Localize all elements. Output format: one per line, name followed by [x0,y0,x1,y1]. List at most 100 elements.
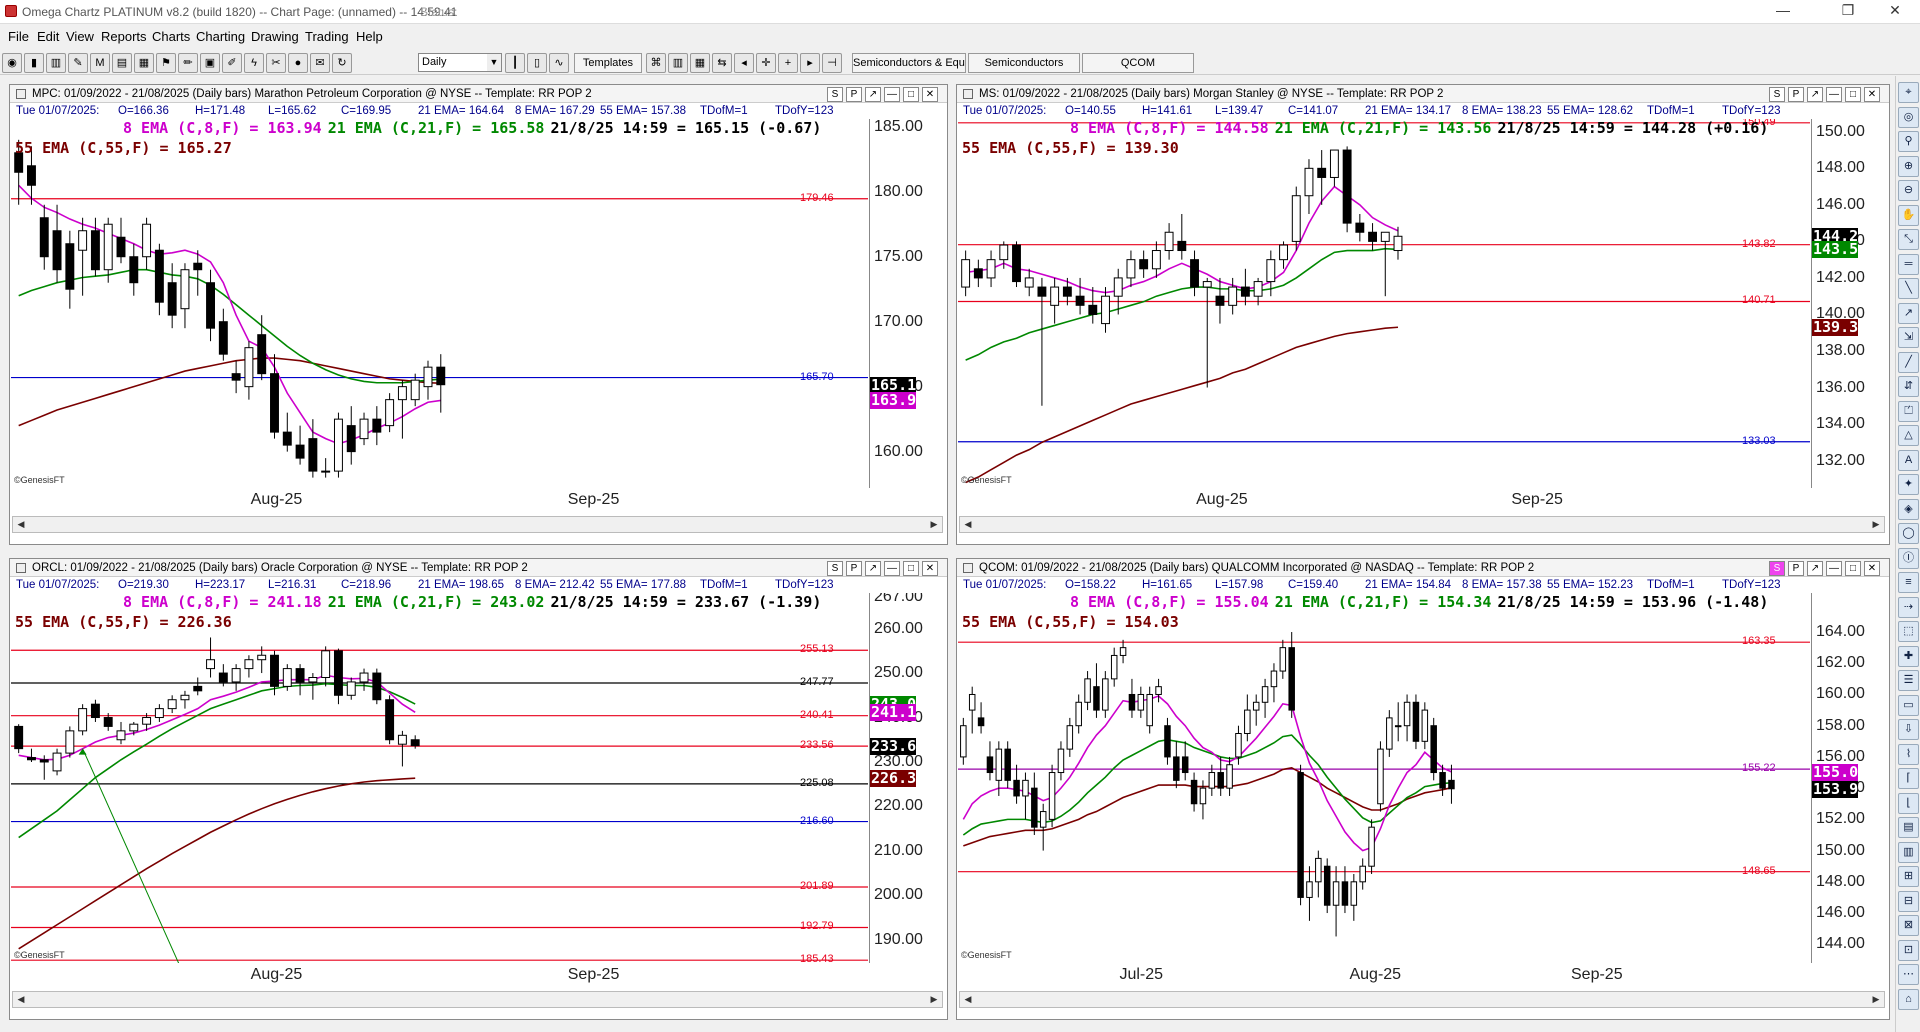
table-icon[interactable]: ▤ [1898,817,1919,838]
m-icon[interactable]: M [90,53,110,73]
panel-minimize-button[interactable]: — [1826,561,1842,576]
s-button[interactable]: S [1769,561,1785,576]
box-icon[interactable]: ▭ [1898,694,1919,716]
link-icon[interactable]: ↗ [1807,561,1823,576]
panel-close-button[interactable]: ✕ [922,87,938,102]
plot-area[interactable]: 179.46 165.70 8 EMA (C,8,F) = 163.94 21 EMA… [11,119,868,488]
panel-close-button[interactable]: ✕ [1864,561,1880,576]
candle-icon[interactable]: ▯ [527,53,547,73]
fib-icon[interactable]: ⇵ [1898,376,1919,397]
chart-panel-qcom[interactable]: QCOM: 01/09/2022 - 21/08/2025 (Daily bar… [956,558,1890,1020]
panel-maximize-button[interactable]: □ [903,87,919,102]
brush-icon[interactable]: ✐ [222,53,242,73]
close-button[interactable]: ✕ [1872,2,1918,22]
clipboard-icon[interactable]: ▤ [112,53,132,73]
plot-area[interactable]: 163.35 155.22 148.65 8 EMA (C,8,F) = 155.04… [958,593,1810,963]
scroll-right-icon[interactable]: ▶ [1868,517,1884,532]
watchlist-button-semis-equip[interactable]: Semiconductors & Equi [852,53,966,73]
list-icon[interactable]: ☰ [1898,670,1919,691]
p-button[interactable]: P [846,87,862,102]
p-button[interactable]: P [846,561,862,576]
grid-icon[interactable]: ▦ [134,53,154,73]
chart-panel-mpc[interactable]: MPC: 01/09/2022 - 21/08/2025 (Daily bars… [9,84,948,545]
sync-icon[interactable]: ⇆ [712,53,732,73]
panel-maximize-button[interactable]: □ [903,561,919,576]
bar-chart-icon[interactable]: ┃ [505,53,525,73]
menu-trading[interactable]: Trading [305,29,349,44]
image-icon[interactable]: ▣ [200,53,220,73]
wave-icon[interactable]: ⌇ [1898,743,1919,765]
plot-area[interactable]: 150.49 143.82 140.71 133.03 8 EMA (C,8,F) = … [958,119,1810,488]
horizontal-scrollbar[interactable]: ◀ ▶ [12,516,943,533]
price-axis[interactable]: 164.00162.00160.00158.00156.00154.00152.… [1811,593,1887,963]
resize-icon[interactable]: ⤡ [1898,229,1919,250]
grid-x-icon[interactable]: ⊠ [1898,915,1919,936]
wrench-icon[interactable]: ✎ [68,53,88,73]
diamond-icon[interactable]: ◈ [1898,498,1919,520]
chat-icon[interactable]: ✉ [310,53,330,73]
menu-charts[interactable]: Charts [152,29,190,44]
menu-icon[interactable]: ≡ [1898,572,1919,593]
panel-minimize-button[interactable]: — [884,87,900,102]
watchlist-button-qcom[interactable]: QCOM [1082,53,1194,73]
p-button[interactable]: P [1788,561,1804,576]
hline-icon[interactable]: ═ [1898,253,1919,275]
scroll-left-icon[interactable]: ◀ [960,517,976,532]
plus-icon[interactable]: + [778,53,798,73]
s-button[interactable]: S [827,561,843,576]
home-icon[interactable]: ⌂ [1898,988,1919,1010]
ray-icon[interactable]: ╱ [1898,351,1919,373]
download-icon[interactable]: ⇩ [1898,719,1919,740]
scroll-left-icon[interactable]: ◀ [13,517,29,532]
menu-file[interactable]: File [8,29,29,44]
p-button[interactable]: P [1788,87,1804,102]
price-axis[interactable]: 185.00180.00175.00170.00165.00160.00165.… [869,119,945,488]
panel-maximize-button[interactable]: □ [1845,561,1861,576]
cursor-icon[interactable]: ⌖ [1898,82,1919,103]
tile-icon[interactable]: ▦ [690,53,710,73]
panel-maximize-button[interactable]: □ [1845,87,1861,102]
link-icon[interactable]: ↗ [1807,87,1823,102]
period-select[interactable]: Daily ▼ [418,53,502,72]
price-axis[interactable]: 267.00260.00250.00240.00230.00220.00210.… [869,593,945,963]
panel-minimize-button[interactable]: — [1826,87,1842,102]
refresh-icon[interactable]: ↻ [332,53,352,73]
scroll-right-icon[interactable]: ▶ [926,517,942,532]
scroll-right-icon[interactable]: ▶ [1868,992,1884,1007]
bars-icon[interactable]: ▥ [46,53,66,73]
price-axis[interactable]: 150.00148.00146.00144.00142.00140.00138.… [1811,119,1887,488]
move-right-icon[interactable]: ▸ [800,53,820,73]
line-chart-icon[interactable]: ∿ [549,53,569,73]
link-icon[interactable]: ↗ [865,87,881,102]
trendline-icon[interactable]: ╲ [1898,278,1919,299]
traffic-light-icon[interactable]: ▮ [24,53,44,73]
menu-drawing[interactable]: Drawing [251,29,299,44]
extend-icon[interactable]: ⇢ [1898,596,1919,618]
horizontal-scrollbar[interactable]: ◀ ▶ [959,991,1885,1008]
grid-dot-icon[interactable]: ⊡ [1898,939,1919,961]
text-icon[interactable]: A [1898,449,1919,471]
menu-charting[interactable]: Charting [196,29,245,44]
menu-edit[interactable]: Edit [37,29,59,44]
panel-close-button[interactable]: ✕ [922,561,938,576]
scroll-right-icon[interactable]: ▶ [926,992,942,1007]
circle-icon[interactable]: ◯ [1898,523,1919,544]
minimize-button[interactable]: — [1760,2,1806,22]
splitter-icon[interactable]: ⊣ [822,53,842,73]
gann-icon[interactable]: ⏍ [1898,400,1919,422]
crosshair-icon[interactable]: ✛ [756,53,776,73]
columns-icon[interactable]: ▥ [1898,841,1919,863]
star-icon[interactable]: ✦ [1898,474,1919,495]
layout-icon[interactable]: ▥ [668,53,688,73]
menu-reports[interactable]: Reports [101,29,147,44]
scissors-icon[interactable]: ✂ [266,53,286,73]
zoom-icon[interactable]: ⚲ [1898,131,1919,152]
link-icon[interactable]: ↗ [865,561,881,576]
network-icon[interactable]: ⌘ [646,53,666,73]
grid-plus-icon[interactable]: ⊞ [1898,866,1919,887]
horizontal-scrollbar[interactable]: ◀ ▶ [12,991,943,1008]
chart-panel-orcl[interactable]: ORCL: 01/09/2022 - 21/08/2025 (Daily bar… [9,558,948,1020]
arrow-icon[interactable]: ↗ [1898,302,1919,324]
menu-view[interactable]: View [66,29,94,44]
watchlist-button-semis[interactable]: Semiconductors [968,53,1080,73]
